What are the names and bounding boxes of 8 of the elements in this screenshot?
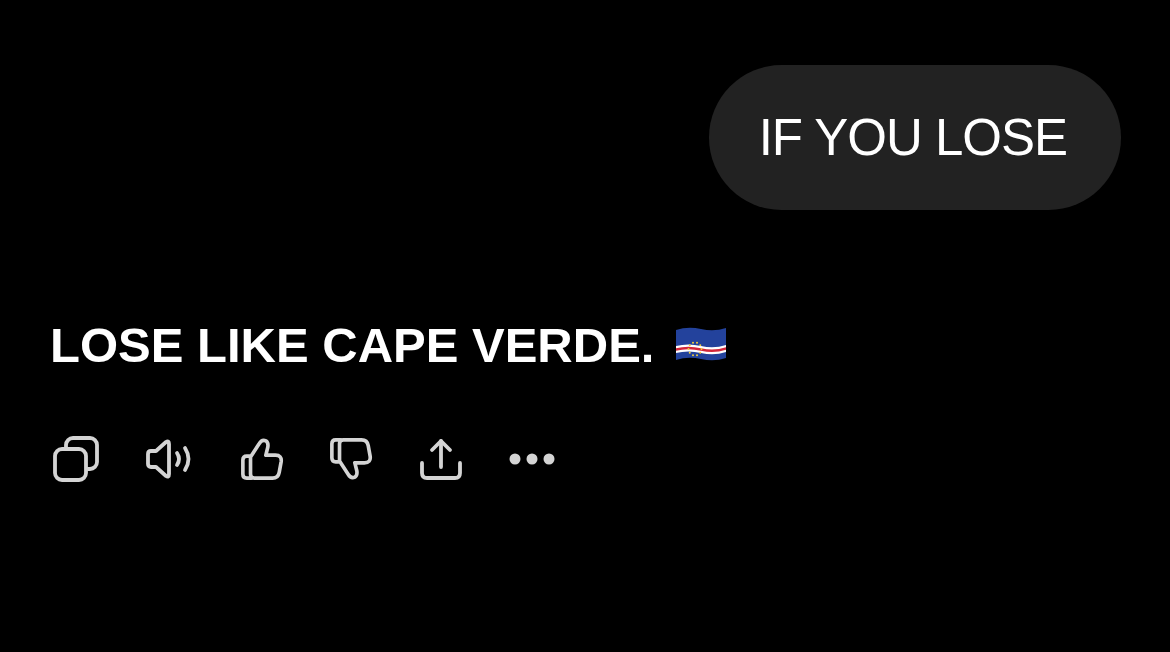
response-text: LOSE LIKE CAPE VERDE. <box>50 317 655 374</box>
message-bubble: IF YOU LOSE <box>708 65 1121 210</box>
share-icon[interactable] <box>418 436 464 481</box>
thumbs-up-icon[interactable] <box>240 436 284 481</box>
flag-icon <box>674 326 729 363</box>
more-icon[interactable] <box>509 452 555 465</box>
thumbs-down-icon[interactable] <box>329 436 373 481</box>
copy-icon[interactable] <box>52 434 100 483</box>
